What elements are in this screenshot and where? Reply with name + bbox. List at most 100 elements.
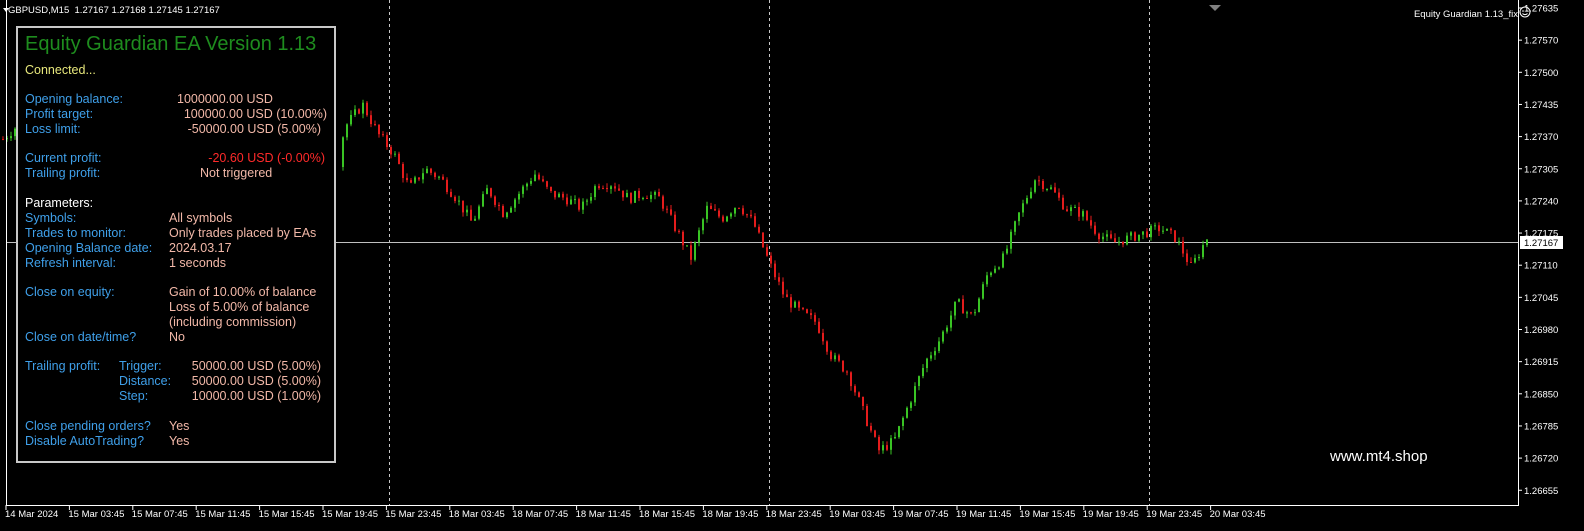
candle-body [642, 198, 644, 199]
ea-name-label: Equity Guardian 1.13_fix [1413, 9, 1518, 20]
candle-body [1046, 189, 1048, 190]
candle-body [686, 245, 688, 247]
candle-body [1178, 241, 1180, 243]
candle-body [634, 190, 636, 203]
candle-body [10, 136, 12, 139]
disable-autotrading-label: Disable AutoTrading? [25, 434, 145, 448]
candle-body [1094, 225, 1096, 234]
candle-body [1130, 232, 1132, 236]
candle-body [758, 226, 760, 233]
disable-autotrading-value: Yes [169, 434, 190, 448]
loss-limit-label: Loss limit: [25, 122, 81, 136]
current-profit-value: -20.60 USD (-0.00%) [208, 151, 325, 165]
time-tick-label: 15 Mar 11:45 [195, 509, 250, 520]
candle-body [346, 124, 348, 138]
candle-body [1170, 228, 1172, 231]
candle-body [1134, 232, 1136, 241]
close-on-equity-loss: Loss of 5.00% of balance [169, 300, 310, 314]
trailing-profit-label: Trailing profit: [25, 166, 101, 180]
step-value: 10000.00 USD (1.00%) [191, 389, 321, 403]
price-tick-label: 1.27305 [1524, 164, 1558, 175]
candle-body [410, 180, 412, 183]
candle-body [542, 179, 544, 182]
price-tick-label: 1.27570 [1524, 36, 1558, 47]
candle-body [554, 190, 556, 198]
candle-body [982, 284, 984, 299]
candle-body [458, 200, 460, 202]
candle-body [778, 277, 780, 282]
candle-body [1030, 191, 1032, 198]
candle-body [698, 230, 700, 243]
time-tick-label: 18 Mar 15:45 [639, 509, 695, 520]
candle-body [674, 214, 676, 231]
candle-body [1206, 239, 1208, 246]
candle-body [854, 386, 856, 393]
candle-body [1106, 234, 1108, 237]
shift-marker-icon[interactable] [1209, 5, 1221, 11]
time-tick-label: 19 Mar 23:45 [1146, 509, 1202, 520]
candle-body [846, 371, 848, 373]
smiley-icon[interactable] [1519, 6, 1531, 18]
distance-label: Distance: [119, 374, 172, 388]
candle-body [1098, 233, 1100, 240]
candle-body [710, 205, 712, 209]
price-tick-label: 1.26980 [1524, 325, 1558, 336]
candle-body [874, 430, 876, 437]
candle-body [622, 190, 624, 198]
candle-body [1018, 212, 1020, 222]
candle-body [350, 115, 352, 125]
candle-body [538, 174, 540, 180]
candle-body [1026, 198, 1028, 204]
candle-body [506, 212, 508, 218]
candle-body [970, 312, 972, 314]
candle-body [666, 208, 668, 210]
candle-body [486, 188, 488, 195]
candle-body [1162, 230, 1164, 232]
candle-body [978, 298, 980, 313]
candle-body [902, 417, 904, 426]
price-axis[interactable]: 1.276351.275701.275001.274351.273701.273… [1518, 4, 1558, 497]
candle-body [402, 164, 404, 178]
candle-body [942, 331, 944, 342]
price-tick-label: 1.27435 [1524, 100, 1558, 111]
candle-body [870, 425, 872, 431]
candle-body [914, 386, 916, 403]
candle-body [750, 214, 752, 217]
candle-body [886, 445, 888, 450]
price-tick-label: 1.26915 [1524, 357, 1558, 368]
candle-body [1182, 241, 1184, 254]
candle-body [702, 219, 704, 231]
equity-guardian-panel: Equity Guardian EA Version 1.13 Connecte… [16, 26, 336, 463]
time-tick-label: 18 Mar 07:45 [512, 509, 568, 520]
candle-body [462, 200, 464, 213]
candle-body [1202, 245, 1204, 258]
candle-body [522, 186, 524, 194]
close-on-equity-label: Close on equity: [25, 285, 115, 299]
price-tick-label: 1.27370 [1524, 132, 1558, 143]
candle-body [510, 207, 512, 213]
candle-body [566, 197, 568, 205]
candle-body [906, 407, 908, 418]
profit-target-label: Profit target: [25, 107, 94, 121]
opening-balance-date-value: 2024.03.17 [169, 241, 232, 255]
candle-body [1122, 241, 1124, 245]
candle-body [1002, 253, 1004, 268]
time-axis[interactable]: 14 Mar 2024 15 Mar 03:45 15 Mar 07:45 15 Ma… [5, 505, 1266, 520]
distance-value: 50000.00 USD (5.00%) [191, 374, 321, 388]
candle-body [382, 134, 384, 136]
candle-body [806, 309, 808, 313]
panel-title: Equity Guardian EA Version 1.13 [25, 33, 317, 55]
candle-body [998, 267, 1000, 269]
candle-body [1186, 253, 1188, 262]
candle-body [1078, 207, 1080, 217]
candle-body [850, 372, 852, 387]
candle-body [926, 358, 928, 368]
price-tick-label: 1.27110 [1524, 261, 1558, 272]
candle-body [1194, 258, 1196, 263]
candle-body [962, 299, 964, 314]
candle-body [1022, 203, 1024, 213]
candle-body [390, 147, 392, 155]
candle-body [738, 207, 740, 209]
candle-body [746, 214, 748, 216]
time-tick-label: 19 Mar 11:45 [956, 509, 1011, 520]
